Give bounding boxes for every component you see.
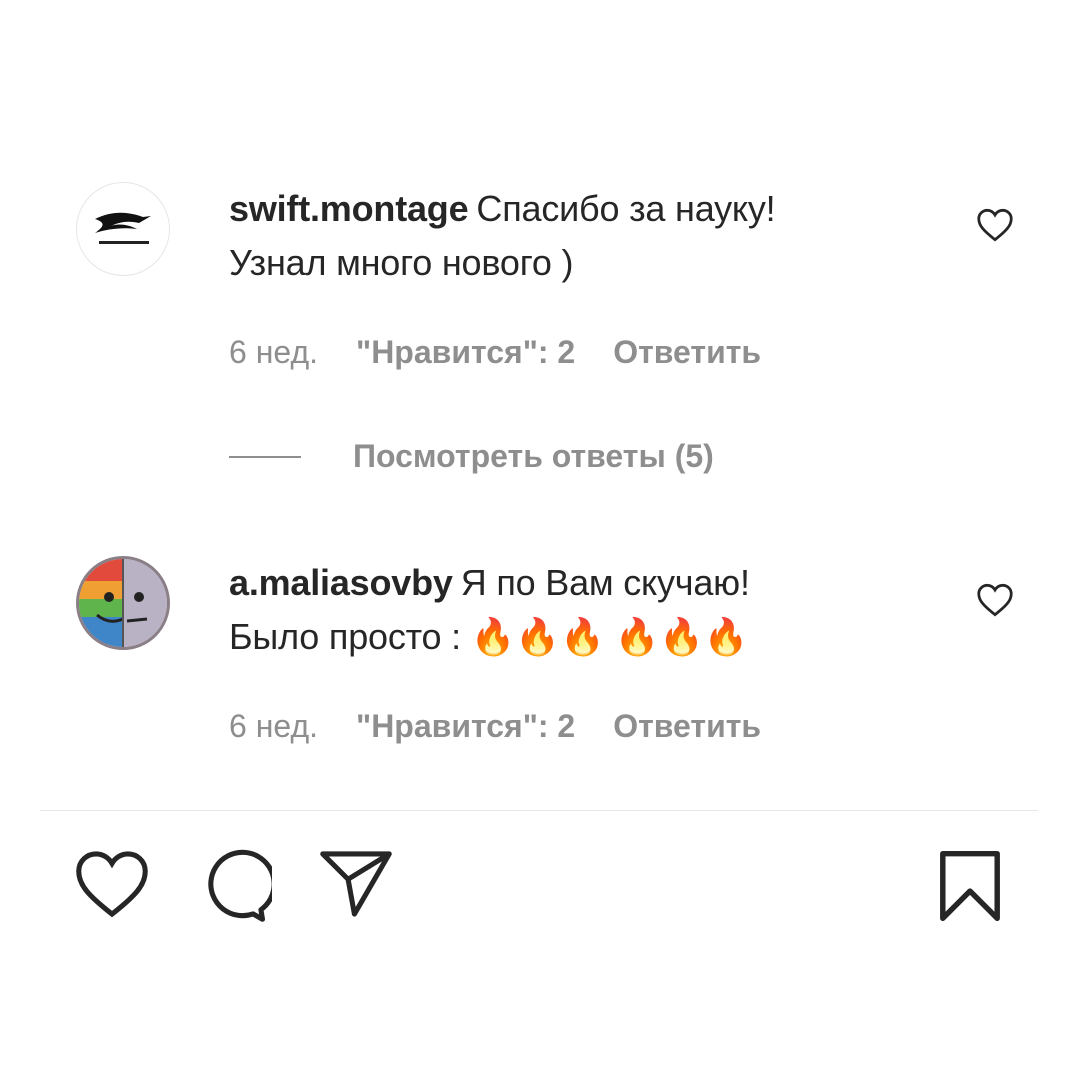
comment-username[interactable]: a.maliasovby: [229, 562, 453, 603]
comment-username[interactable]: swift.montage: [229, 188, 469, 229]
comment-time[interactable]: 6 нед.: [229, 708, 318, 745]
avatar[interactable]: [76, 556, 170, 650]
reply-button[interactable]: Ответить: [613, 334, 761, 371]
reply-button[interactable]: Ответить: [613, 708, 761, 745]
heart-icon[interactable]: [74, 848, 150, 920]
comment-time[interactable]: 6 нед.: [229, 334, 318, 371]
swift-bird-logo-icon: [95, 212, 151, 244]
avatar[interactable]: [76, 182, 170, 276]
comment-meta: 6 нед. "Нравится": 2 Ответить: [229, 708, 761, 745]
split-face-avatar-icon: [79, 559, 167, 647]
view-replies-button[interactable]: Посмотреть ответы (5): [229, 438, 714, 475]
comment-body: swift.montage Спасибо за науку! Узнал мно…: [229, 182, 929, 290]
comment-body: a.maliasovby Я по Вам скучаю! Было просто…: [229, 556, 929, 664]
replies-line: [229, 455, 301, 458]
divider: [40, 810, 1038, 811]
heart-outline-icon[interactable]: [976, 583, 1014, 617]
view-replies-label: Посмотреть ответы (5): [353, 438, 714, 474]
comment-likes[interactable]: "Нравится": 2: [356, 708, 575, 745]
comment-likes[interactable]: "Нравится": 2: [356, 334, 575, 371]
heart-outline-icon[interactable]: [976, 208, 1014, 242]
comment-icon[interactable]: [196, 848, 272, 924]
comment-meta: 6 нед. "Нравится": 2 Ответить: [229, 334, 761, 371]
bookmark-icon[interactable]: [936, 848, 1004, 924]
share-icon[interactable]: [318, 848, 394, 920]
